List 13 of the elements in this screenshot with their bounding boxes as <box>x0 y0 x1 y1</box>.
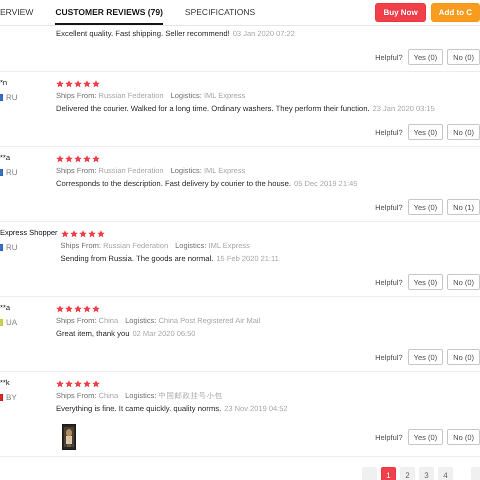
page-button[interactable]: 4 <box>438 467 453 480</box>
tab[interactable]: CUSTOMER REVIEWS (79) <box>55 0 163 25</box>
tab[interactable]: SPECIFICATIONS <box>184 0 256 25</box>
country-code: RU <box>6 243 18 252</box>
page-button[interactable]: 1 <box>381 467 396 480</box>
country-code: RU <box>6 168 18 177</box>
country-code: BY <box>6 393 17 402</box>
tab[interactable]: ERVIEW <box>0 0 34 25</box>
country-code: UA <box>6 318 18 327</box>
buy-now-button[interactable]: Buy Now <box>375 3 426 22</box>
country-code: RU <box>6 93 18 102</box>
page-button[interactable]: 3 <box>419 467 434 480</box>
page-button[interactable]: 2 <box>400 467 415 480</box>
